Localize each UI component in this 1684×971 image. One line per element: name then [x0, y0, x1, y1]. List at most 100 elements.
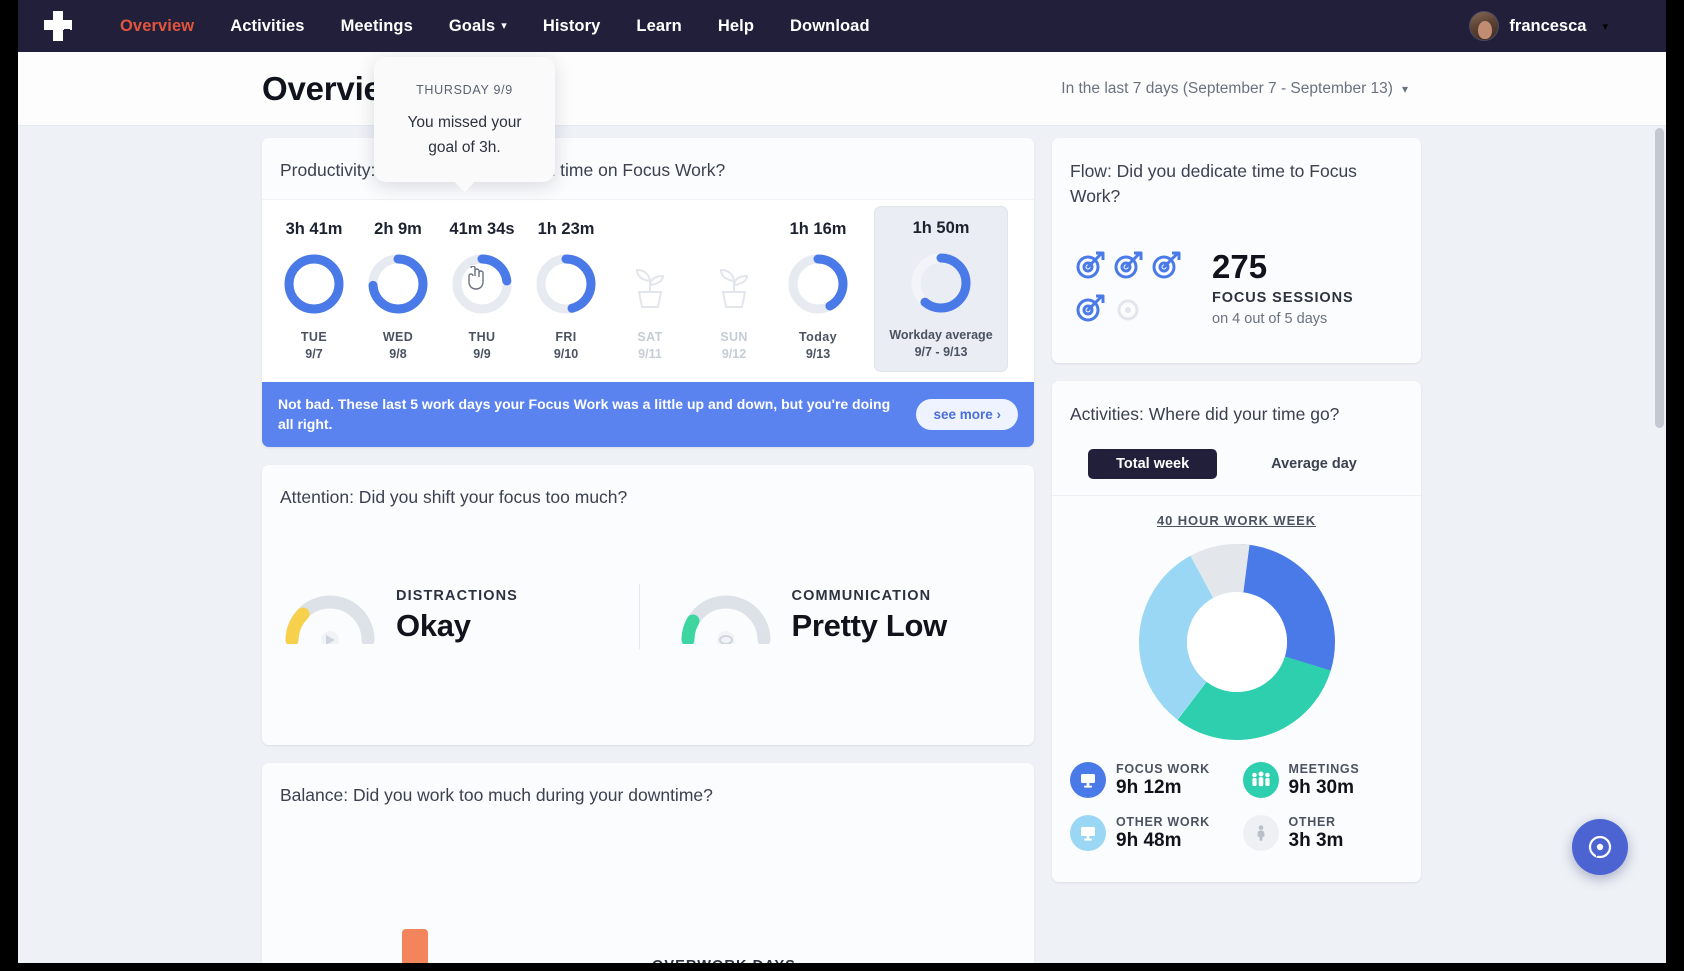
tooltip-heading: THURSDAY 9/9 [416, 83, 513, 97]
nav-label: Activities [230, 16, 305, 35]
attention-card-title: Attention: Did you shift your focus too … [280, 486, 628, 507]
help-chat-icon [1588, 835, 1612, 859]
bar [402, 928, 428, 963]
activities-legend: FOCUS WORK 9h 12m MEETINGS 9h 30m OTHER … [1052, 740, 1421, 872]
nav-link-activities[interactable]: Activities [212, 11, 322, 42]
day-label: SUN [720, 330, 748, 344]
see-more-button[interactable]: see more › [916, 398, 1018, 430]
nav-link-help[interactable]: Help [700, 11, 772, 42]
average-subcaption: 9/7 - 9/13 [914, 345, 968, 359]
tab-average-day[interactable]: Average day [1243, 449, 1385, 479]
flow-body: 275 FOCUS SESSIONS on 4 out of 5 days [1052, 223, 1421, 363]
legend-item-other[interactable]: OTHER 3h 3m [1242, 814, 1408, 852]
day-slot-wed[interactable]: 2h 9m WED 9/8 [356, 206, 440, 361]
date-range-selector[interactable]: In the last 7 days (September 7 - Septem… [1061, 80, 1408, 98]
tooltip-line-2: goal of 3h. [428, 139, 501, 157]
activities-donut-chart[interactable] [1052, 543, 1421, 740]
attention-gauges: DISTRACTIONS Okay COMMUNICATION Pretty L… [262, 526, 1034, 745]
nav-link-meetings[interactable]: Meetings [323, 11, 431, 42]
tab-total-week[interactable]: Total week [1088, 448, 1218, 479]
flow-card-title: Flow: Did you dedicate time to Focus Wor… [1070, 161, 1357, 206]
legend-name: OTHER WORK [1116, 814, 1210, 829]
overwork-days-label: OVERWORK DAYS [652, 958, 796, 963]
mouse-cursor-pointer-icon [465, 265, 487, 295]
work-week-label[interactable]: 40 HOUR WORK WEEK [1157, 513, 1316, 528]
day-time: 1h 23m [537, 220, 595, 238]
activities-body: 40 HOUR WORK WEEK FOCUS WORK 9h 12m MEET… [1052, 494, 1421, 882]
day-date: 9/10 [553, 347, 579, 361]
day-date: 9/7 [305, 347, 323, 361]
progress-ring [272, 248, 356, 320]
focus-sessions-days: on 4 out of 5 days [1212, 311, 1328, 328]
day-time [608, 220, 692, 242]
workday-average-box[interactable]: 1h 50m Workday average 9/7 - 9/13 [874, 206, 1008, 372]
day-label: SAT [637, 330, 663, 344]
help-chat-button[interactable] [1572, 819, 1628, 875]
monitor-icon [1070, 762, 1106, 799]
username-label: francesca [1509, 16, 1587, 35]
date-range-label: In the last 7 days (September 7 - Septem… [1061, 79, 1393, 97]
app-root: Overview Activities Meetings Goals ▾ Hist… [18, 0, 1666, 963]
scrollbar-thumb[interactable] [1655, 128, 1664, 428]
rescuetime-cross-logo-icon[interactable] [40, 9, 80, 43]
day-label: TUE [300, 330, 328, 344]
page-scrollbar[interactable] [1652, 126, 1666, 963]
column-layout: Productivity: Did you spend enough time … [18, 138, 1666, 963]
nav-link-download[interactable]: Download [772, 11, 888, 42]
gauge-distractions[interactable]: DISTRACTIONS Okay [262, 584, 639, 649]
nav-link-overview[interactable]: Overview [102, 11, 212, 42]
nav-link-history[interactable]: History [525, 11, 619, 42]
legend-item-meetings[interactable]: MEETINGS 9h 30m [1242, 762, 1408, 799]
day-label: WED [382, 330, 414, 344]
legend-value: 3h 3m [1288, 829, 1344, 851]
day-date: 9/8 [389, 347, 407, 361]
overwork-summary: OVERWORK DAYS 2 of 7 [642, 958, 796, 963]
nav-label: Download [790, 16, 870, 35]
target-empty-icon [1112, 292, 1144, 329]
target-hit-icon [1150, 249, 1182, 286]
insight-banner-text: Not bad. These last 5 work days your Foc… [278, 396, 891, 433]
day-slot-tue[interactable]: 3h 41m TUE 9/7 [272, 206, 356, 361]
day-date: 9/9 [473, 347, 491, 361]
legend-name: OTHER [1288, 814, 1336, 829]
focus-sessions-label: FOCUS SESSIONS [1212, 290, 1354, 307]
nav-label: Overview [120, 16, 195, 35]
gauge-label: DISTRACTIONS [396, 588, 518, 605]
average-time: 1h 50m [912, 219, 970, 237]
average-caption: Workday average [889, 328, 993, 342]
legend-value: 9h 30m [1288, 776, 1354, 798]
chevron-down-icon: ▾ [1602, 20, 1608, 33]
day-slot-sun[interactable]: SUN 9/12 [692, 206, 776, 361]
day-slot-fri[interactable]: 1h 23m FRI 9/10 [524, 206, 608, 361]
average-progress-ring [889, 247, 993, 319]
day-tooltip: THURSDAY 9/9 You missed your goal of 3h. [374, 57, 555, 182]
target-hit-icon [1074, 249, 1106, 286]
focus-session-targets [1074, 249, 1192, 329]
activities-card-title: Activities: Where did your time go? [1070, 403, 1340, 424]
insight-banner: Not bad. These last 5 work days your Foc… [262, 382, 1034, 447]
day-label: Today [799, 330, 837, 344]
nav-link-goals[interactable]: Goals ▾ [431, 11, 525, 42]
nav-link-learn[interactable]: Learn [618, 11, 699, 42]
legend-value: 9h 12m [1116, 776, 1182, 798]
progress-ring [356, 248, 440, 320]
day-date: 9/12 [721, 347, 747, 361]
legend-value: 9h 48m [1116, 829, 1182, 851]
day-time: 1h 16m [789, 220, 847, 238]
day-date: 9/11 [638, 347, 662, 361]
balance-card-title: Balance: Did you work too much during yo… [280, 784, 713, 805]
legend-item-other-work[interactable]: OTHER WORK 9h 48m [1070, 815, 1235, 852]
user-menu[interactable]: francesca ▾ [1469, 11, 1648, 41]
nav-links: Overview Activities Meetings Goals ▾ Hist… [102, 11, 888, 42]
plant-icon [608, 248, 692, 320]
day-slot-sat[interactable]: SAT 9/11 [608, 206, 692, 361]
legend-item-focus-work[interactable]: FOCUS WORK 9h 12m [1070, 762, 1235, 799]
activities-tabs: Total week Average day [1052, 441, 1421, 495]
day-slot-today[interactable]: 1h 16m Today 9/13 [776, 206, 860, 361]
gauge-communication[interactable]: COMMUNICATION Pretty Low [638, 583, 1035, 649]
balance-card: Balance: Did you work too much during yo… [262, 762, 1034, 963]
meeting-people-icon [1242, 762, 1279, 799]
distractions-gauge-icon [282, 584, 378, 649]
productivity-card: Productivity: Did you spend enough time … [262, 138, 1034, 447]
day-time [692, 220, 776, 242]
